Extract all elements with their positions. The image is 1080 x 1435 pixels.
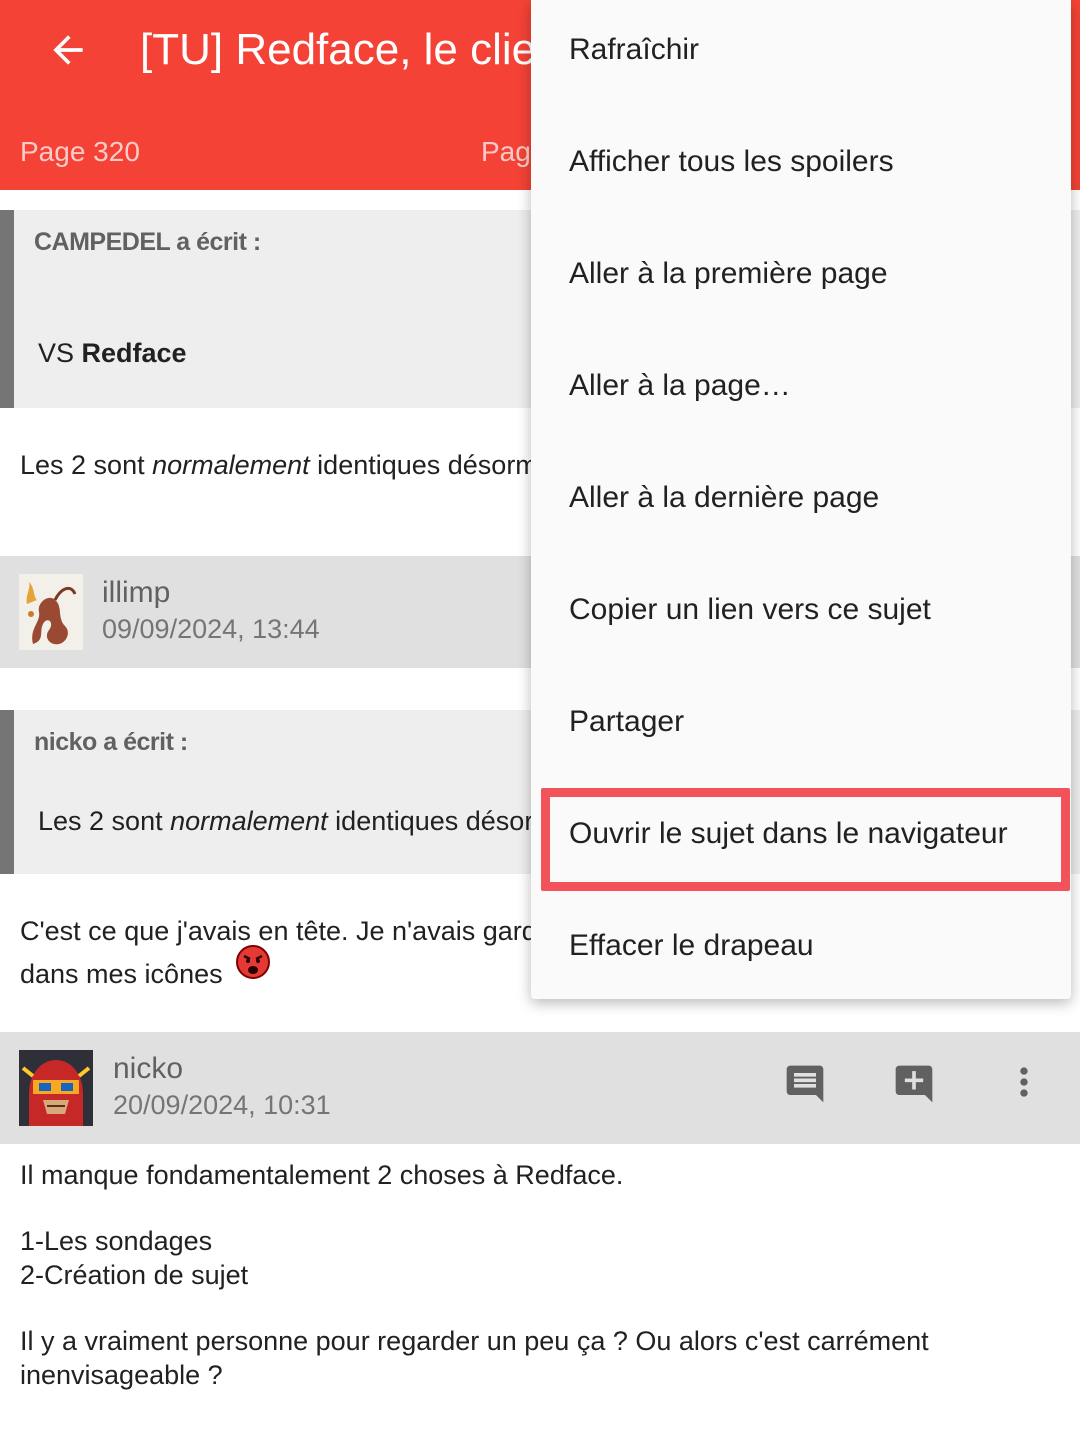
- post-body-line: dans mes icônes: [20, 945, 552, 1000]
- menu-item-first-page[interactable]: Aller à la première page: [531, 218, 1071, 330]
- post-body-line: Il manque fondamentalement 2 choses à Re…: [20, 1160, 624, 1190]
- post-body: C'est ce que j'avais en tête. Je n'avais…: [20, 910, 552, 1000]
- post-body-line: Il y a vraiment personne pour regarder u…: [20, 1326, 929, 1356]
- menu-item-go-to-page[interactable]: Aller à la page…: [531, 330, 1071, 442]
- more-options-icon[interactable]: [1000, 1058, 1048, 1106]
- post-body-line: inenvisageable ?: [20, 1360, 223, 1390]
- menu-item-last-page[interactable]: Aller à la dernière page: [531, 442, 1071, 554]
- post-author: nicko: [113, 1052, 184, 1085]
- post-body-line: 1-Les sondages: [20, 1226, 213, 1256]
- menu-item-share[interactable]: Partager: [531, 666, 1071, 778]
- quote-author: nicko a écrit :: [34, 728, 188, 756]
- menu-item-copy-link[interactable]: Copier un lien vers ce sujet: [531, 554, 1071, 666]
- post-date: 20/09/2024, 10:31: [113, 1090, 331, 1120]
- post-body-line: 2-Création de sujet: [20, 1260, 249, 1290]
- angry-smiley-icon: [234, 944, 272, 992]
- menu-item-show-spoilers[interactable]: Afficher tous les spoilers: [531, 106, 1071, 218]
- back-arrow-icon[interactable]: [36, 18, 100, 82]
- post-header: nicko 20/09/2024, 10:31: [0, 1032, 1080, 1144]
- menu-item-open-in-browser[interactable]: Ouvrir le sujet dans le navigateur: [531, 778, 1071, 890]
- post-date: 09/09/2024, 13:44: [102, 614, 320, 644]
- post-body: Il manque fondamentalement 2 choses à Re…: [20, 1158, 929, 1392]
- menu-item-clear-flag[interactable]: Effacer le drapeau: [531, 890, 1071, 1002]
- post-body-line: C'est ce que j'avais en tête. Je n'avais…: [20, 916, 552, 946]
- quote-reply-icon[interactable]: [781, 1060, 829, 1108]
- post-body: Les 2 sont normalement identiques désorm…: [20, 450, 573, 480]
- quote-text: VS Redface: [38, 338, 187, 368]
- current-page-label: Page 320: [20, 136, 140, 167]
- quote-text: Les 2 sont normalement identiques désorm…: [38, 806, 591, 836]
- user-avatar[interactable]: [19, 1050, 93, 1126]
- add-comment-icon[interactable]: [890, 1060, 938, 1108]
- post-author: illimp: [102, 576, 171, 609]
- user-avatar[interactable]: [19, 574, 83, 650]
- quote-author: CAMPEDEL a écrit :: [34, 228, 261, 256]
- overflow-menu: Rafraîchir Afficher tous les spoilers Al…: [531, 0, 1071, 999]
- menu-item-refresh[interactable]: Rafraîchir: [531, 0, 1071, 106]
